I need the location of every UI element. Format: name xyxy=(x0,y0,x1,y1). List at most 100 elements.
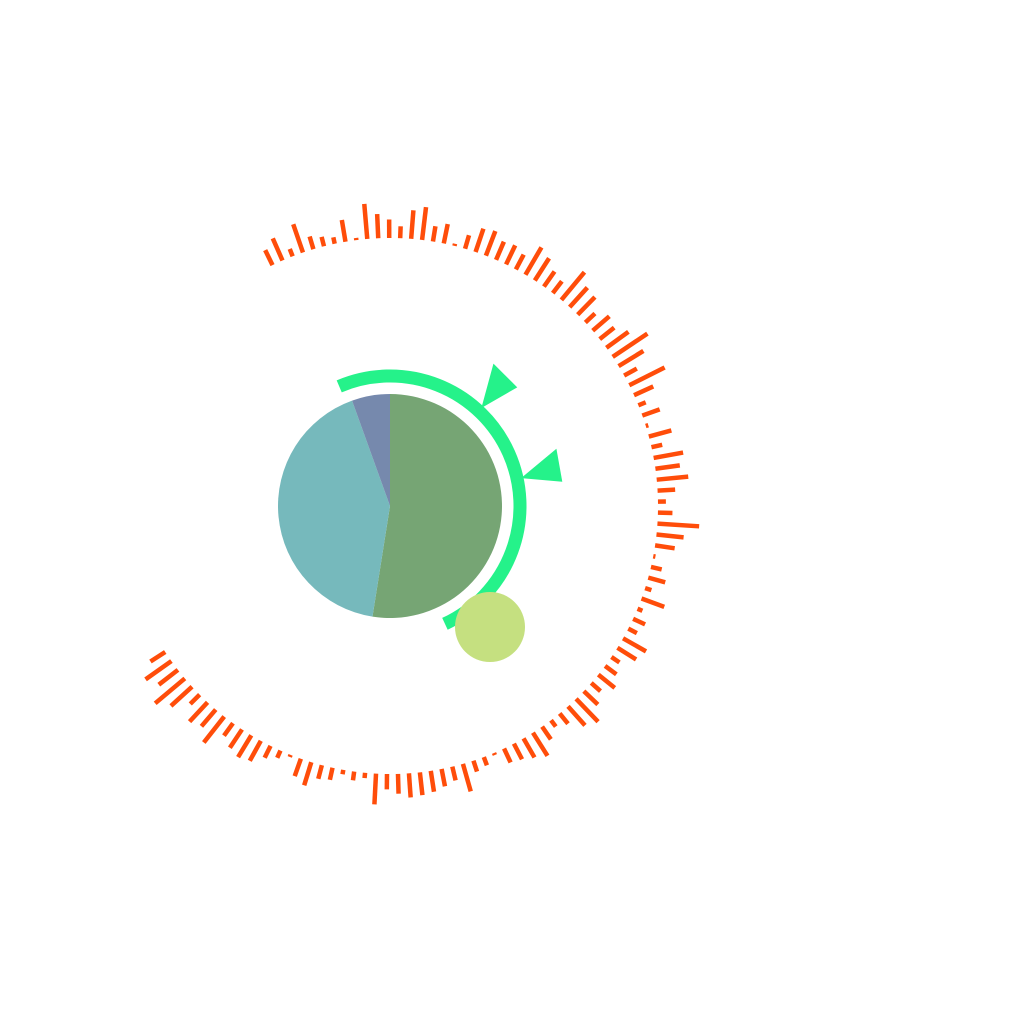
radial-bar xyxy=(549,718,558,728)
radial-bar xyxy=(591,314,611,333)
radial-bar xyxy=(654,543,676,551)
radial-bar xyxy=(644,585,653,593)
radial-bar xyxy=(439,768,448,787)
radial-bar xyxy=(292,757,303,777)
radial-bar xyxy=(319,236,327,247)
radial-bar xyxy=(521,737,537,759)
radial-bar xyxy=(481,756,490,767)
radial-bar xyxy=(188,693,202,706)
radial-bar xyxy=(511,742,525,761)
radial-bar xyxy=(483,230,498,257)
radial-bar xyxy=(247,739,263,762)
radial-bar xyxy=(657,521,700,529)
radial-bar xyxy=(513,253,526,271)
radial-bar xyxy=(327,767,335,781)
pie-chart xyxy=(278,394,503,619)
radial-bar xyxy=(621,636,648,654)
radial-bar xyxy=(656,474,689,482)
radial-bar xyxy=(441,223,450,244)
radial-bar xyxy=(287,248,295,258)
radial-bar xyxy=(222,721,235,737)
radial-bar xyxy=(270,237,285,262)
radial-bar xyxy=(566,704,587,727)
radial-bar xyxy=(605,329,630,350)
radial-bar xyxy=(460,763,473,793)
radial-bar xyxy=(650,564,663,572)
radial-bar xyxy=(430,225,438,242)
chart-canvas xyxy=(0,0,1024,1024)
radial-bar xyxy=(362,203,370,240)
radial-bar xyxy=(291,223,306,254)
radial-bar xyxy=(596,672,617,690)
radial-bar xyxy=(236,734,254,759)
radial-chart xyxy=(144,203,700,805)
radial-bar xyxy=(641,407,661,418)
radial-bar xyxy=(302,761,314,786)
radial-bar xyxy=(462,234,472,250)
radial-bar xyxy=(316,764,325,780)
radial-bar xyxy=(395,773,401,794)
radial-bar xyxy=(350,771,357,781)
radial-bar xyxy=(374,213,381,239)
radial-bar xyxy=(636,606,644,613)
radial-bar xyxy=(532,257,551,282)
radial-bar xyxy=(149,650,167,664)
radial-bar xyxy=(227,728,244,750)
radial-bar xyxy=(598,325,616,341)
radial-bar xyxy=(531,731,550,757)
radial-bar xyxy=(473,227,486,253)
radial-bar xyxy=(471,759,480,773)
radial-bar xyxy=(653,450,684,461)
radial-bar xyxy=(589,681,602,693)
radial-bar xyxy=(408,210,416,240)
radial-bar xyxy=(645,423,649,429)
radial-bar xyxy=(262,744,273,759)
radial-bar xyxy=(199,708,218,728)
radial-bar xyxy=(567,286,590,309)
radial-bar xyxy=(287,754,293,758)
radial-bar xyxy=(582,689,600,707)
radial-bar xyxy=(491,752,497,756)
radial-bar xyxy=(419,206,429,241)
radial-bar xyxy=(540,725,553,741)
radial-bar xyxy=(307,235,316,250)
radial-bar xyxy=(187,700,210,724)
pie-slice-1 xyxy=(372,394,503,619)
radial-bar xyxy=(650,442,663,450)
radial-bar xyxy=(583,311,597,325)
radial-bar xyxy=(640,596,666,609)
radial-bar xyxy=(452,243,458,247)
radial-bar xyxy=(339,219,348,243)
gauge-pointer-2 xyxy=(521,448,563,482)
radial-bar xyxy=(637,400,647,408)
radial-bar xyxy=(557,712,570,726)
radial-bar xyxy=(542,270,557,288)
radial-bar xyxy=(655,463,681,472)
radial-bar xyxy=(633,384,655,398)
radial-bar xyxy=(576,295,597,317)
radial-bar xyxy=(657,487,676,493)
radial-bar xyxy=(417,772,425,796)
radial-bar xyxy=(157,668,180,687)
radial-bar xyxy=(617,349,645,369)
radial-bar xyxy=(648,428,672,439)
radial-bar xyxy=(632,616,647,627)
radial-bar xyxy=(406,773,413,798)
radial-bar xyxy=(550,279,564,295)
radial-bar xyxy=(504,244,518,266)
radial-bar xyxy=(263,249,275,267)
gauge-pointer-1 xyxy=(481,363,518,408)
radial-bar xyxy=(623,366,638,378)
radial-bar xyxy=(450,766,458,781)
marker-layer xyxy=(455,592,525,662)
radial-bar xyxy=(502,747,513,764)
radial-bar xyxy=(428,770,437,793)
radial-bar xyxy=(331,236,337,245)
radial-bar xyxy=(616,645,638,662)
radial-bar xyxy=(627,626,638,636)
radial-bar xyxy=(603,664,618,677)
radial-bar xyxy=(275,749,283,759)
radial-bar xyxy=(610,655,621,665)
radial-bar xyxy=(340,769,346,775)
radial-bar xyxy=(493,240,506,261)
